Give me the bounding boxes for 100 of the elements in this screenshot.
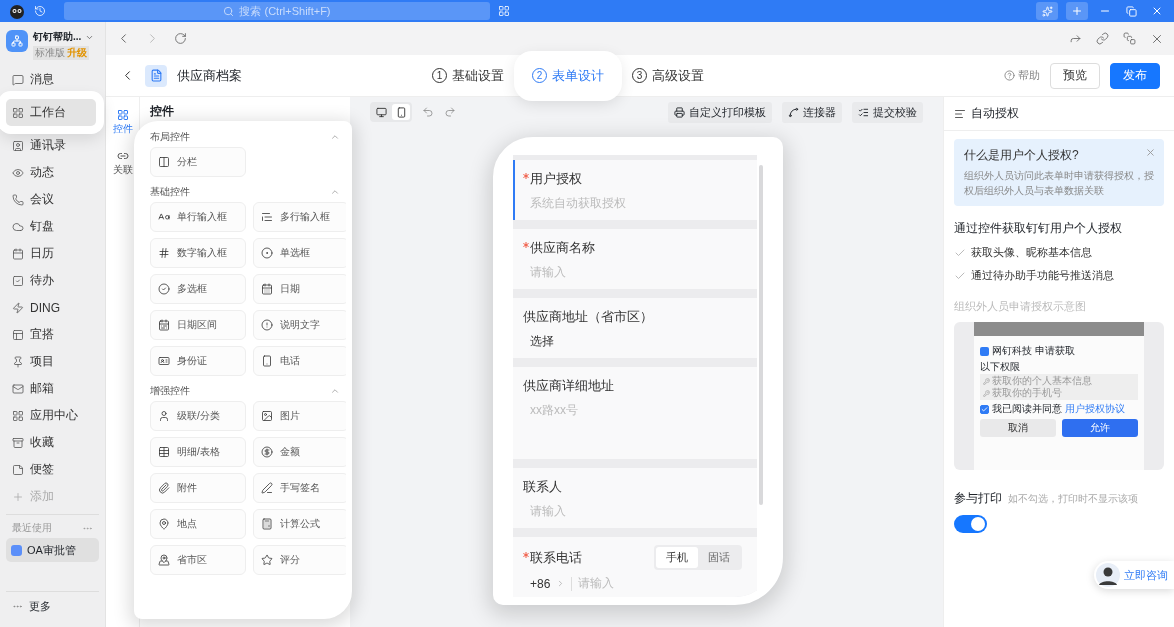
control-tile[interactable]: 明细/表格 <box>150 437 246 467</box>
sidebar-item[interactable]: 日历 <box>6 240 99 267</box>
sidebar-item[interactable]: 动态 <box>6 159 99 186</box>
help-link[interactable]: 帮助 <box>1004 68 1040 83</box>
section-title: 基础控件 <box>150 185 190 199</box>
window-icon[interactable] <box>1123 32 1136 45</box>
control-tile[interactable]: 多行输入框 <box>253 202 346 232</box>
toolbar-button[interactable]: 连接器 <box>782 101 842 123</box>
app-icon[interactable] <box>145 64 167 87</box>
archive-icon[interactable] <box>12 436 24 449</box>
setting-hint: 如不勾选，打印时不显示该项 <box>1008 492 1138 506</box>
more-item[interactable]: 更多 <box>6 591 99 621</box>
redo-icon[interactable] <box>444 106 456 118</box>
pin-icon[interactable] <box>12 355 24 368</box>
sidebar-item[interactable]: 消息 <box>6 66 99 93</box>
segmented-control[interactable]: 手机 固话 <box>654 545 742 570</box>
plus-icon[interactable] <box>1066 2 1088 20</box>
control-tile[interactable]: 说明文字 <box>253 310 346 340</box>
cancel-button[interactable]: 取消 <box>980 419 1056 437</box>
step-tab[interactable]: 3 高级设置 <box>622 58 714 93</box>
form-field[interactable]: 用户授权 系统自动获取授权 <box>513 160 757 220</box>
sidebar-item[interactable]: 便签 <box>6 456 99 483</box>
mobile-icon[interactable] <box>392 104 410 120</box>
step-tab[interactable]: 1 基础设置 <box>422 58 514 93</box>
sparkle-icon[interactable] <box>1036 2 1058 20</box>
control-tile[interactable]: 省市区 <box>150 545 246 575</box>
recent-item[interactable]: OA审批管 <box>6 538 99 562</box>
toggle-switch[interactable] <box>954 515 987 533</box>
history-icon[interactable] <box>34 5 46 17</box>
rail-tab[interactable]: 控件 <box>112 109 133 136</box>
form-field[interactable]: 联系电话 手机 固话 +86 请输入 <box>513 537 757 597</box>
control-tile[interactable]: 电话 <box>253 346 346 376</box>
control-tile[interactable]: 身份证 <box>150 346 246 376</box>
control-tile[interactable]: 日期区间 <box>150 310 246 340</box>
control-tile[interactable]: 计算公式 <box>253 509 346 539</box>
org-avatar[interactable] <box>6 30 28 52</box>
form-field[interactable]: 供应商名称 请输入 <box>513 229 757 289</box>
checkbox[interactable] <box>980 404 989 414</box>
control-tile[interactable]: 附件 <box>150 473 246 503</box>
control-tile[interactable]: 评分 <box>253 545 346 575</box>
toolbar-button[interactable]: 提交校验 <box>852 101 923 123</box>
allow-button[interactable]: 允许 <box>1062 419 1138 437</box>
collapse-icon[interactable] <box>330 132 340 142</box>
control-tile[interactable]: 日期 <box>253 274 346 304</box>
sidebar-item[interactable]: 收藏 <box>6 429 99 456</box>
control-tile[interactable]: 图片 <box>253 401 346 431</box>
grid-icon[interactable] <box>498 5 510 17</box>
checkbox-icon[interactable] <box>12 274 24 287</box>
sidebar-item[interactable]: 项目 <box>6 348 99 375</box>
message-icon[interactable] <box>12 73 24 86</box>
form-field[interactable]: 供应商详细地址 xx路xx号 <box>513 367 757 459</box>
segment-option[interactable]: 固话 <box>698 547 740 568</box>
sidebar-item[interactable]: 待办 <box>6 267 99 294</box>
publish-button[interactable]: 发布 <box>1110 62 1160 89</box>
consult-button[interactable]: 立即咨询 <box>1094 561 1174 589</box>
country-code[interactable]: +86 <box>530 576 551 591</box>
share-icon[interactable] <box>1069 32 1082 45</box>
control-tile[interactable]: 分栏 <box>150 147 246 177</box>
control-tile[interactable]: 地点 <box>150 509 246 539</box>
sidebar-item[interactable]: 应用中心 <box>6 402 99 429</box>
collapse-icon[interactable] <box>330 386 340 396</box>
org-name[interactable]: 钉钉帮助... <box>33 30 82 44</box>
link-icon[interactable] <box>1096 32 1109 45</box>
mail-icon[interactable] <box>12 382 24 395</box>
preview-button[interactable]: 预览 <box>1050 62 1100 89</box>
segment-option[interactable]: 手机 <box>656 547 698 568</box>
sidebar-item[interactable]: 会议 <box>6 186 99 213</box>
control-tile[interactable]: 手写签名 <box>253 473 346 503</box>
refresh-icon[interactable] <box>174 32 187 45</box>
control-tile[interactable]: 数字输入框 <box>150 238 246 268</box>
note-icon[interactable] <box>12 463 24 476</box>
sidebar-item[interactable]: 邮箱 <box>6 375 99 402</box>
control-tile[interactable]: 级联/分类 <box>150 401 246 431</box>
form-field[interactable]: 供应商地址（省市区） 选择 <box>513 298 757 358</box>
panel-icon[interactable] <box>12 328 24 341</box>
control-tile[interactable]: 单行输入框 <box>150 202 246 232</box>
control-tile[interactable]: 单选框 <box>253 238 346 268</box>
sidebar-item[interactable]: 宜搭 <box>6 321 99 348</box>
sidebar-item[interactable]: 钉盘 <box>6 213 99 240</box>
calendar-icon[interactable] <box>12 247 24 260</box>
phone-icon[interactable] <box>12 193 24 206</box>
form-field[interactable]: 联系人 请输入 <box>513 468 757 528</box>
app-logo[interactable] <box>8 2 26 20</box>
rail-tab[interactable]: 关联 <box>112 150 133 177</box>
control-tile[interactable]: 金额 <box>253 437 346 467</box>
sidebar-item[interactable]: DING <box>6 294 99 321</box>
control-tile[interactable]: 多选框 <box>150 274 246 304</box>
select-field[interactable]: 选择 <box>530 333 742 350</box>
lightning-icon[interactable] <box>12 301 24 314</box>
eye-icon[interactable] <box>12 166 24 179</box>
close-icon[interactable] <box>1145 147 1156 158</box>
collapse-icon[interactable] <box>330 187 340 197</box>
toolbar-button[interactable]: 自定义打印模板 <box>668 101 772 123</box>
contact-icon[interactable] <box>12 139 24 152</box>
sidebar-item[interactable]: 通讯录 <box>6 132 99 159</box>
undo-icon[interactable] <box>422 106 434 118</box>
cloud-icon[interactable] <box>12 220 24 233</box>
apps-icon[interactable] <box>12 409 24 422</box>
agreement-link[interactable]: 用户授权协议 <box>1065 402 1125 416</box>
grid-icon[interactable] <box>12 106 24 119</box>
